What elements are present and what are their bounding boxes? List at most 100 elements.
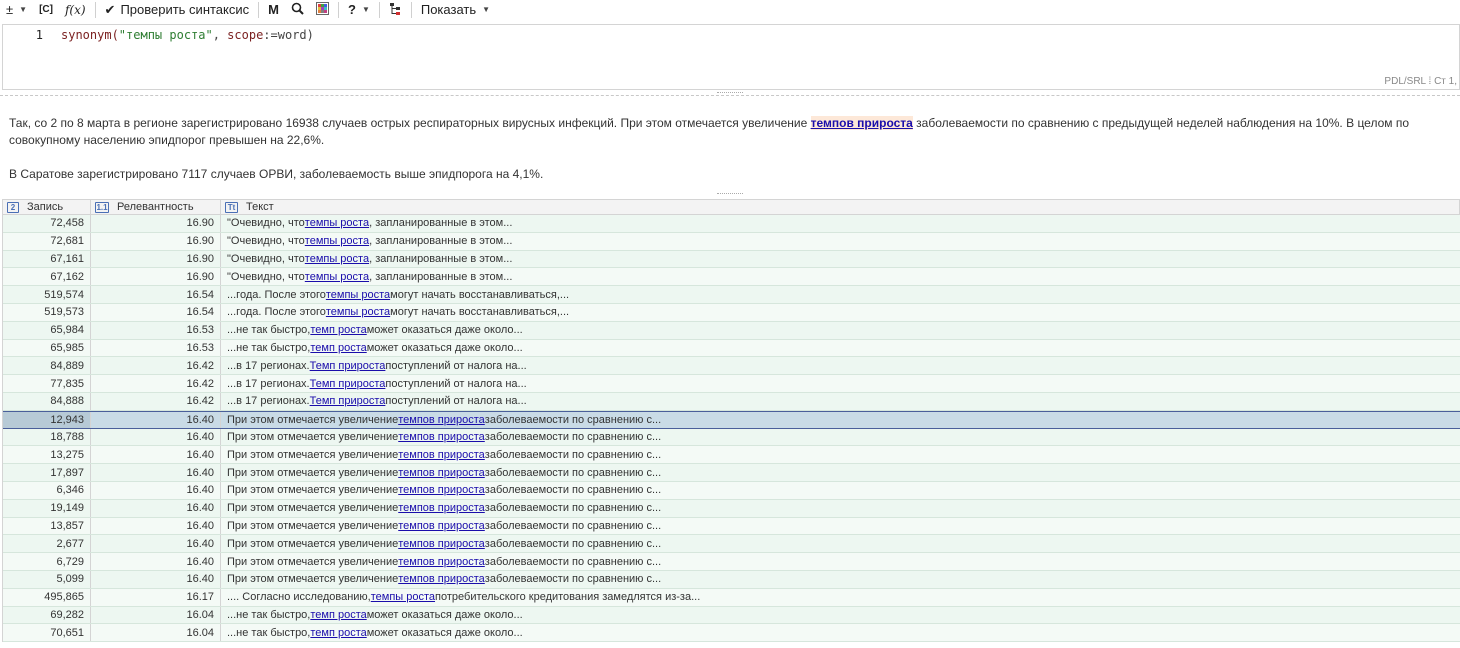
table-row[interactable]: 69,282 16.04 ...не так быстро, темп роста … [3, 606, 1460, 625]
text-cell[interactable]: ...года. После этого темпы роста могут н… [221, 286, 1460, 303]
match-link[interactable]: темпы роста [305, 217, 369, 229]
text-cell[interactable]: "Очевидно, что темпы роста, запланирован… [221, 233, 1460, 250]
text-cell[interactable]: При этом отмечается увеличение темпов пр… [221, 553, 1460, 570]
table-row[interactable]: 84,888 16.42 ...в 17 регионах. Темп прирос… [3, 392, 1460, 411]
relevance-cell[interactable]: 16.40 [91, 446, 221, 464]
help-button[interactable]: ? ▼ [342, 0, 376, 19]
relevance-cell[interactable]: 16.53 [91, 339, 221, 357]
text-cell[interactable]: "Очевидно, что темпы роста, запланирован… [221, 268, 1460, 285]
relevance-cell[interactable]: 16.04 [91, 624, 221, 642]
table-row[interactable]: 65,985 16.53 ...не так быстро, темп роста … [3, 339, 1460, 358]
match-link[interactable]: темпы роста [326, 306, 390, 318]
record-cell[interactable]: 67,162 [3, 268, 91, 286]
record-cell[interactable]: 84,889 [3, 357, 91, 375]
relevance-cell[interactable]: 16.54 [91, 303, 221, 321]
record-cell[interactable]: 12,943 [3, 411, 91, 428]
match-link[interactable]: темпы роста [371, 591, 435, 603]
zoom-button[interactable] [285, 0, 310, 19]
function-button[interactable]: f(x) [59, 0, 92, 19]
match-link[interactable]: темпов прироста [398, 449, 485, 461]
match-link[interactable]: темпов прироста [398, 538, 485, 550]
text-cell[interactable]: ...не так быстро, темп роста может оказа… [221, 322, 1460, 339]
relevance-cell[interactable]: 16.40 [91, 517, 221, 535]
match-link[interactable]: темпов прироста [398, 520, 485, 532]
record-cell[interactable]: 84,888 [3, 392, 91, 410]
match-highlight[interactable]: темпов прироста [810, 116, 913, 130]
record-cell[interactable]: 67,161 [3, 250, 91, 268]
relevance-cell[interactable]: 16.40 [91, 535, 221, 553]
text-cell[interactable]: "Очевидно, что темпы роста, запланирован… [221, 215, 1460, 232]
relevance-cell[interactable]: 16.42 [91, 375, 221, 392]
relevance-cell[interactable]: 16.42 [91, 357, 221, 375]
relevance-cell[interactable]: 16.53 [91, 321, 221, 339]
match-link[interactable]: темпы роста [305, 253, 369, 265]
match-link[interactable]: темпов прироста [398, 431, 485, 443]
text-cell[interactable]: ...не так быстро, темп роста может оказа… [221, 340, 1460, 357]
query-editor[interactable]: 1 synonym("темпы роста", scope:=word) PD… [2, 24, 1460, 90]
table-row[interactable]: 77,835 16.42 ...в 17 регионах. Темп прирос… [3, 375, 1460, 393]
relevance-cell[interactable]: 16.90 [91, 250, 221, 268]
query-code[interactable]: synonym("темпы роста", scope:=word) [61, 28, 314, 42]
record-cell[interactable]: 65,985 [3, 339, 91, 357]
record-cell[interactable]: 6,729 [3, 553, 91, 570]
match-link[interactable]: темпы роста [326, 289, 390, 301]
table-row[interactable]: 13,275 16.40 При этом отмечается увеличени… [3, 446, 1460, 465]
record-cell[interactable]: 5,099 [3, 570, 91, 588]
record-cell[interactable]: 19,149 [3, 499, 91, 517]
match-link[interactable]: темп роста [310, 342, 366, 354]
record-cell[interactable]: 70,651 [3, 624, 91, 642]
table-row[interactable]: 72,681 16.90 "Очевидно, что темпы роста, з… [3, 232, 1460, 251]
match-link[interactable]: Темп прироста [310, 395, 386, 407]
record-cell[interactable]: 77,835 [3, 375, 91, 392]
text-cell[interactable]: ...не так быстро, темп роста может оказа… [221, 607, 1460, 624]
relevance-cell[interactable]: 16.90 [91, 215, 221, 232]
relevance-cell[interactable]: 16.42 [91, 392, 221, 410]
results-splitter[interactable] [0, 191, 1460, 196]
text-cell[interactable]: "Очевидно, что темпы роста, запланирован… [221, 251, 1460, 268]
text-cell[interactable]: При этом отмечается увеличение темпов пр… [221, 518, 1460, 535]
record-cell[interactable]: 519,574 [3, 286, 91, 303]
relevance-cell[interactable]: 16.04 [91, 606, 221, 624]
relevance-cell[interactable]: 16.90 [91, 268, 221, 286]
relevance-cell[interactable]: 16.40 [91, 481, 221, 499]
match-link[interactable]: темпы роста [305, 235, 369, 247]
text-cell[interactable]: ...года. После этого темпы роста могут н… [221, 304, 1460, 321]
table-row[interactable]: 495,865 16.17.... Согласно исследованию, … [3, 588, 1460, 607]
table-row[interactable]: 72,458 16.90 "Очевидно, что темпы роста, з… [3, 215, 1460, 233]
table-row[interactable]: 6,346 16.40 При этом отмечается увеличение… [3, 481, 1460, 500]
tree-button[interactable] [383, 0, 408, 19]
table-row[interactable]: 67,161 16.90 "Очевидно, что темпы роста, з… [3, 250, 1460, 269]
match-link[interactable]: темпов прироста [398, 484, 485, 496]
match-link[interactable]: темпов прироста [398, 414, 485, 426]
relevance-cell[interactable]: 16.54 [91, 286, 221, 303]
table-row[interactable]: 13,857 16.40 При этом отмечается увеличени… [3, 517, 1460, 536]
text-cell[interactable]: ...в 17 регионах. Темп прироста поступле… [221, 375, 1460, 392]
match-link[interactable]: темп роста [310, 627, 366, 639]
relevance-cell[interactable]: 16.40 [91, 411, 221, 428]
table-row[interactable]: 67,162 16.90 "Очевидно, что темпы роста, з… [3, 268, 1460, 287]
match-link[interactable]: темпов прироста [398, 502, 485, 514]
text-cell[interactable]: ...в 17 регионах. Темп прироста поступле… [221, 357, 1460, 374]
match-link[interactable]: темпов прироста [398, 573, 485, 585]
relevance-cell[interactable]: 16.40 [91, 464, 221, 481]
text-cell[interactable]: При этом отмечается увеличение темпов пр… [221, 429, 1460, 446]
relevance-cell[interactable]: 16.90 [91, 232, 221, 250]
text-cell[interactable]: При этом отмечается увеличение темпов пр… [221, 535, 1460, 552]
text-cell[interactable]: При этом отмечается увеличение темпов пр… [221, 571, 1460, 588]
color-grid-button[interactable] [310, 0, 335, 19]
record-cell[interactable]: 13,275 [3, 446, 91, 464]
match-link[interactable]: темп роста [310, 324, 366, 336]
plus-minus-button[interactable]: ± ▼ [0, 0, 33, 19]
table-row[interactable]: 17,897 16.40 При этом отмечается увеличени… [3, 464, 1460, 482]
case-button[interactable]: [C] [33, 0, 59, 19]
text-cell[interactable]: При этом отмечается увеличение темпов пр… [221, 446, 1460, 463]
relevance-cell[interactable]: 16.40 [91, 428, 221, 446]
text-cell[interactable]: .... Согласно исследованию, темпы роста … [221, 589, 1460, 606]
text-cell[interactable]: ...не так быстро, темп роста может оказа… [221, 624, 1460, 641]
text-cell[interactable]: При этом отмечается увеличение темпов пр… [221, 482, 1460, 499]
relevance-cell[interactable]: 16.17 [91, 588, 221, 606]
record-cell[interactable]: 495,865 [3, 588, 91, 606]
text-cell[interactable]: ...в 17 регионах. Темп прироста поступле… [221, 393, 1460, 410]
check-syntax-button[interactable]: ✔ Проверить синтаксис [99, 0, 256, 19]
table-row[interactable]: 18,788 16.40 При этом отмечается увеличени… [3, 428, 1460, 447]
